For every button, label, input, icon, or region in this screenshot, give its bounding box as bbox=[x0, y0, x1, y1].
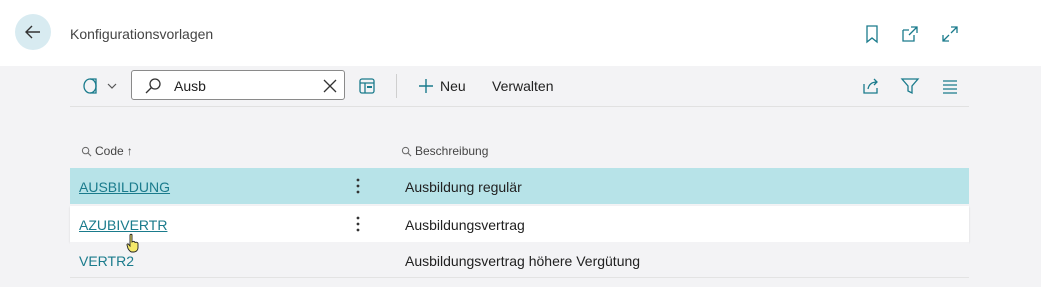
page-header: Konfigurationsvorlagen bbox=[0, 0, 1041, 66]
column-search-icon bbox=[401, 146, 412, 156]
filter-pane-toggle[interactable] bbox=[82, 76, 122, 96]
filter-icon[interactable] bbox=[900, 76, 920, 96]
clear-icon[interactable] bbox=[322, 78, 338, 94]
row-code-link[interactable]: AUSBILDUNG bbox=[79, 179, 170, 195]
plus-icon bbox=[419, 79, 433, 93]
action-bar: Neu Verwalten bbox=[70, 66, 969, 107]
table-row[interactable]: AZUBIVERTR Ausbildungsvertrag bbox=[70, 206, 969, 242]
column-header-description-label: Beschreibung bbox=[415, 144, 489, 158]
new-button-label: Neu bbox=[440, 78, 466, 94]
manage-button[interactable]: Verwalten bbox=[492, 78, 553, 94]
column-header-code-label: Code bbox=[95, 144, 124, 158]
hand-cursor-icon bbox=[126, 233, 139, 253]
row-code-link[interactable]: VERTR2 bbox=[79, 253, 134, 269]
page-title: Konfigurationsvorlagen bbox=[70, 26, 214, 42]
search-field[interactable] bbox=[131, 70, 345, 100]
column-search-icon bbox=[81, 146, 92, 156]
table-row[interactable]: AUSBILDUNG Ausbildung regulär bbox=[70, 168, 969, 204]
row-menu-button[interactable] bbox=[350, 214, 366, 234]
search-input[interactable] bbox=[172, 76, 316, 96]
new-button[interactable]: Neu bbox=[418, 76, 466, 96]
row-menu-icon bbox=[356, 178, 360, 194]
column-layout-icon[interactable] bbox=[357, 76, 377, 96]
row-code-link[interactable]: AZUBIVERTR bbox=[79, 217, 167, 233]
back-arrow-icon bbox=[25, 25, 40, 39]
table-row[interactable]: VERTR2 Ausbildungsvertrag höhere Vergütu… bbox=[70, 242, 969, 278]
list-view-icon[interactable] bbox=[940, 76, 960, 96]
chevron-down-icon bbox=[107, 83, 117, 89]
share-icon[interactable] bbox=[861, 76, 881, 96]
back-button[interactable] bbox=[15, 14, 51, 50]
row-description: Ausbildung regulär bbox=[405, 179, 522, 195]
toolbar-divider bbox=[396, 74, 397, 98]
search-icon bbox=[145, 78, 161, 94]
column-header-description[interactable]: Beschreibung bbox=[401, 144, 488, 158]
column-header-code[interactable]: Code ↑ bbox=[81, 144, 133, 158]
row-menu-icon bbox=[356, 216, 360, 232]
open-new-window-icon[interactable] bbox=[900, 24, 920, 44]
sort-ascending-icon: ↑ bbox=[126, 144, 133, 158]
row-description: Ausbildungsvertrag bbox=[405, 217, 525, 233]
row-menu-button[interactable] bbox=[350, 176, 366, 196]
bookmark-icon[interactable] bbox=[862, 24, 882, 44]
filter-pane-icon bbox=[83, 78, 97, 94]
row-description: Ausbildungsvertrag höhere Vergütung bbox=[405, 253, 641, 269]
expand-icon[interactable] bbox=[940, 24, 960, 44]
